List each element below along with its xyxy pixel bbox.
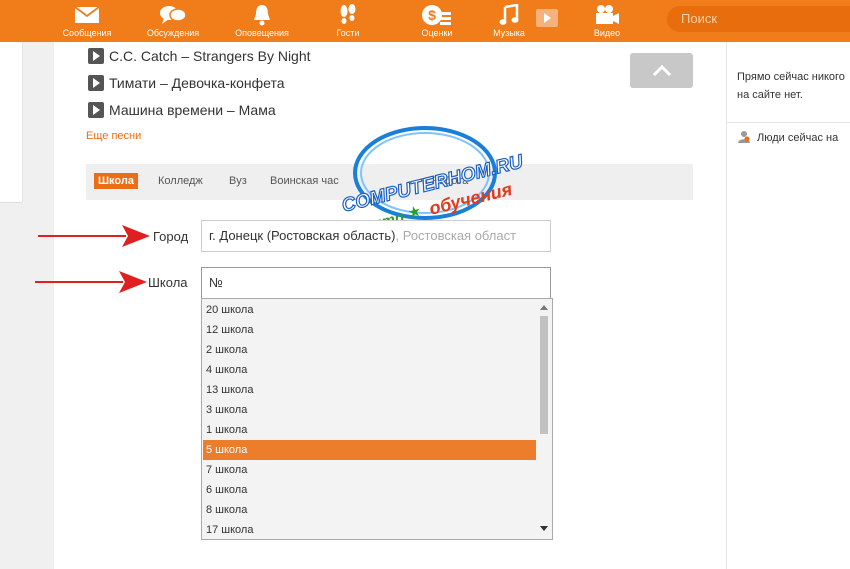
divider — [0, 202, 22, 203]
play-icon[interactable] — [88, 48, 104, 65]
dropdown-option-selected[interactable]: 5 школа — [203, 440, 536, 460]
red-arrow-icon — [35, 271, 147, 293]
school-label: Школа — [148, 275, 188, 290]
play-icon[interactable] — [88, 102, 104, 119]
nav-label: Сообщения — [62, 28, 112, 38]
music-play-icon[interactable] — [536, 9, 558, 27]
dropdown-option[interactable]: 3 школа — [203, 400, 536, 420]
right-panel: Прямо сейчас никого на сайте нет. Люди с… — [726, 42, 850, 569]
online-status-line1: Прямо сейчас никого — [737, 71, 845, 83]
dropdown-option[interactable]: 8 школа — [203, 500, 536, 520]
song-item[interactable]: C.C. Catch – Strangers By Night — [88, 46, 311, 66]
scroll-down-arrow-icon[interactable] — [540, 526, 548, 532]
city-hint: , Ростовская област — [395, 228, 517, 243]
chat-bubbles-icon — [133, 3, 213, 27]
bell-icon — [222, 3, 302, 27]
top-nav-bar: Сообщения Обсуждения Оповещения Гости $ … — [0, 0, 850, 42]
school-field[interactable]: № — [201, 267, 551, 299]
city-label: Город — [153, 229, 189, 244]
scroll-up-arrow-icon[interactable] — [540, 304, 548, 310]
school-dropdown[interactable]: 20 школа 12 школа 2 школа 4 школа 13 шко… — [201, 298, 553, 540]
dropdown-option[interactable]: 12 школа — [203, 320, 536, 340]
scroll-up-button[interactable] — [630, 53, 693, 88]
city-value: г. Донецк (Ростовская область) — [209, 228, 396, 243]
nav-label: Видео — [593, 28, 621, 38]
nav-notifications[interactable]: Оповещения — [222, 0, 302, 42]
nav-messages[interactable]: Сообщения — [47, 0, 127, 42]
envelope-icon — [47, 3, 127, 27]
song-item[interactable]: Машина времени – Мама — [88, 100, 276, 120]
nav-video[interactable]: Видео — [567, 0, 647, 42]
nav-guests[interactable]: Гости — [308, 0, 388, 42]
person-icon — [738, 131, 750, 143]
nav-label: Музыка — [493, 28, 525, 38]
scrollbar-thumb[interactable] — [540, 316, 548, 434]
nav-label: Оповещения — [235, 28, 289, 38]
video-camera-icon — [567, 3, 647, 27]
dropdown-option[interactable]: 1 школа — [203, 420, 536, 440]
dropdown-option[interactable]: 6 школа — [203, 480, 536, 500]
tab-university[interactable]: Вуз — [229, 175, 247, 187]
nav-label: Гости — [336, 28, 360, 38]
song-title: Тимати – Девочка-конфета — [109, 75, 285, 91]
online-status-line2: на сайте нет. — [737, 89, 803, 101]
tab-military[interactable]: Воинская час — [270, 175, 339, 187]
left-panel — [0, 42, 23, 202]
dropdown-option[interactable]: 7 школа — [203, 460, 536, 480]
dropdown-option[interactable]: 13 школа — [203, 380, 536, 400]
dropdown-scrollbar[interactable] — [537, 300, 551, 538]
tab-school[interactable]: Школа — [94, 173, 138, 189]
dropdown-option[interactable]: 17 школа — [203, 520, 536, 539]
money-rating-icon: $ — [397, 3, 477, 27]
divider — [727, 122, 850, 123]
dropdown-option[interactable]: 2 школа — [203, 340, 536, 360]
more-songs-link[interactable]: Еще песни — [86, 130, 141, 142]
tab-college[interactable]: Колледж — [158, 175, 203, 187]
nav-label: Обсуждения — [146, 28, 200, 38]
play-icon[interactable] — [88, 75, 104, 92]
song-title: C.C. Catch – Strangers By Night — [109, 48, 311, 64]
nav-discussions[interactable]: Обсуждения — [133, 0, 213, 42]
song-item[interactable]: Тимати – Девочка-конфета — [88, 73, 285, 93]
search-input[interactable]: Поиск — [667, 6, 850, 32]
dropdown-option[interactable]: 20 школа — [203, 300, 536, 320]
people-now-link[interactable]: Люди сейчас на — [757, 129, 838, 147]
chevron-up-icon — [652, 64, 671, 76]
red-arrow-icon — [38, 225, 150, 247]
footprints-icon — [308, 3, 388, 27]
dropdown-option[interactable]: 4 школа — [203, 360, 536, 380]
city-field[interactable]: г. Донецк (Ростовская область), Ростовск… — [201, 220, 551, 252]
svg-text:$: $ — [428, 7, 436, 23]
song-title: Машина времени – Мама — [109, 102, 276, 118]
